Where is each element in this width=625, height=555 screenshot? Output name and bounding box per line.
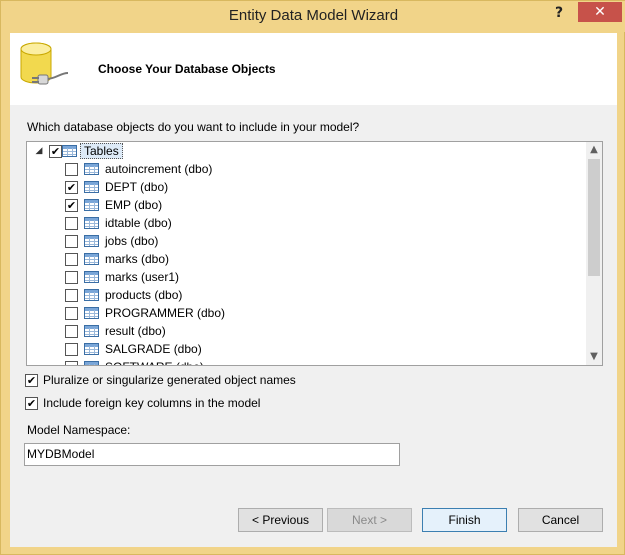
tree-item-checkbox[interactable] <box>65 252 78 266</box>
tree-item-label: result (dbo) <box>105 324 166 338</box>
tree-item-checkbox[interactable]: ✔ <box>65 198 78 212</box>
table-icon <box>84 307 99 319</box>
tree-scrollbar[interactable]: ▲ ▼ <box>586 142 602 365</box>
tree-item[interactable]: result (dbo) <box>65 322 166 340</box>
tree-item-label: DEPT (dbo) <box>105 180 169 194</box>
table-icon <box>84 181 99 193</box>
finish-button[interactable]: Finish <box>422 508 507 532</box>
table-icon <box>84 163 99 175</box>
tree-item-label: EMP (dbo) <box>105 198 163 212</box>
help-button[interactable]: ? <box>547 3 571 23</box>
previous-button[interactable]: < Previous <box>238 508 323 532</box>
tree-item-label: marks (dbo) <box>105 252 170 266</box>
tree-item-label: idtable (dbo) <box>105 216 172 230</box>
next-button[interactable]: Next > <box>327 508 412 532</box>
namespace-label: Model Namespace: <box>27 423 131 437</box>
wizard-window: Entity Data Model Wizard ? ✕ Choose Your… <box>0 0 625 555</box>
table-icon <box>84 289 99 301</box>
database-objects-tree[interactable]: ◢ ✔ Tables autoincrement (dbo) ✔ DEPT (dbo… <box>26 141 603 366</box>
scroll-up-icon[interactable]: ▲ <box>586 142 602 158</box>
tree-item-label: SOFTWARE (dbo) <box>105 360 204 365</box>
cancel-button[interactable]: Cancel <box>518 508 603 532</box>
tree-item-label: SALGRADE (dbo) <box>105 342 202 356</box>
tree-item[interactable]: marks (user1) <box>65 268 179 286</box>
tree-item[interactable]: SOFTWARE (dbo) <box>65 358 204 365</box>
table-icon <box>84 361 99 365</box>
tree-item[interactable]: PROGRAMMER (dbo) <box>65 304 225 322</box>
scroll-down-icon[interactable]: ▼ <box>586 349 602 365</box>
table-icon <box>84 253 99 265</box>
tree-item-checkbox[interactable] <box>65 270 78 284</box>
tables-label: Tables <box>80 143 123 159</box>
tree-item[interactable]: SALGRADE (dbo) <box>65 340 202 358</box>
tree-item-label: autoincrement (dbo) <box>105 162 213 176</box>
tree-item[interactable]: autoincrement (dbo) <box>65 160 212 178</box>
tree-item-label: products (dbo) <box>105 288 183 302</box>
tree-item-checkbox[interactable] <box>65 324 78 338</box>
pluralize-checkbox[interactable]: ✔ <box>25 373 38 387</box>
tree-item-checkbox[interactable] <box>65 342 78 356</box>
pluralize-label: Pluralize or singularize generated objec… <box>43 373 296 387</box>
tree-item-checkbox[interactable] <box>65 360 78 365</box>
table-icon <box>84 217 99 229</box>
foreign-keys-checkbox[interactable]: ✔ <box>25 396 38 410</box>
table-icon <box>84 343 99 355</box>
tree-item-checkbox[interactable] <box>65 216 78 230</box>
tables-checkbox[interactable]: ✔ <box>49 144 62 158</box>
tree-item-label: marks (user1) <box>105 270 180 284</box>
tree-item[interactable]: products (dbo) <box>65 286 182 304</box>
title-bar[interactable]: Entity Data Model Wizard ? ✕ <box>1 1 625 32</box>
page-title: Choose Your Database Objects <box>98 62 276 76</box>
tree-item-checkbox[interactable] <box>65 234 78 248</box>
tree-item[interactable]: marks (dbo) <box>65 250 169 268</box>
scroll-thumb[interactable] <box>588 159 600 276</box>
tree-item[interactable]: ✔ DEPT (dbo) <box>65 178 168 196</box>
pluralize-option[interactable]: ✔ Pluralize or singularize generated obj… <box>25 373 296 387</box>
table-icon <box>84 271 99 283</box>
tree-root-tables[interactable]: ◢ ✔ Tables <box>33 142 123 160</box>
tree-item-checkbox[interactable] <box>65 306 78 320</box>
namespace-input[interactable]: MYDBModel <box>24 443 400 466</box>
tree-item-label: jobs (dbo) <box>105 234 159 248</box>
table-icon <box>84 325 99 337</box>
close-button[interactable]: ✕ <box>578 2 622 22</box>
tree-item[interactable]: ✔ EMP (dbo) <box>65 196 162 214</box>
foreign-keys-option[interactable]: ✔ Include foreign key columns in the mod… <box>25 396 260 410</box>
tree-item[interactable]: idtable (dbo) <box>65 214 172 232</box>
wizard-header: Choose Your Database Objects <box>10 33 617 105</box>
table-icon <box>84 235 99 247</box>
wizard-content: Which database objects do you want to in… <box>10 105 617 489</box>
window-title: Entity Data Model Wizard <box>228 7 399 24</box>
tree-item-checkbox[interactable] <box>65 162 78 176</box>
wizard-footer: < Previous Next > Finish Cancel <box>10 489 617 547</box>
tree-item-checkbox[interactable] <box>65 288 78 302</box>
tables-folder-icon <box>62 145 77 157</box>
tree-item-checkbox[interactable]: ✔ <box>65 180 78 194</box>
objects-prompt: Which database objects do you want to in… <box>27 120 360 134</box>
collapse-arrow-icon[interactable]: ◢ <box>33 146 45 156</box>
tree-item[interactable]: jobs (dbo) <box>65 232 158 250</box>
table-icon <box>84 199 99 211</box>
tree-viewport: ◢ ✔ Tables autoincrement (dbo) ✔ DEPT (dbo… <box>27 142 587 365</box>
database-plug-icon <box>20 42 69 85</box>
foreign-keys-label: Include foreign key columns in the model <box>43 396 261 410</box>
tree-item-label: PROGRAMMER (dbo) <box>105 306 226 320</box>
